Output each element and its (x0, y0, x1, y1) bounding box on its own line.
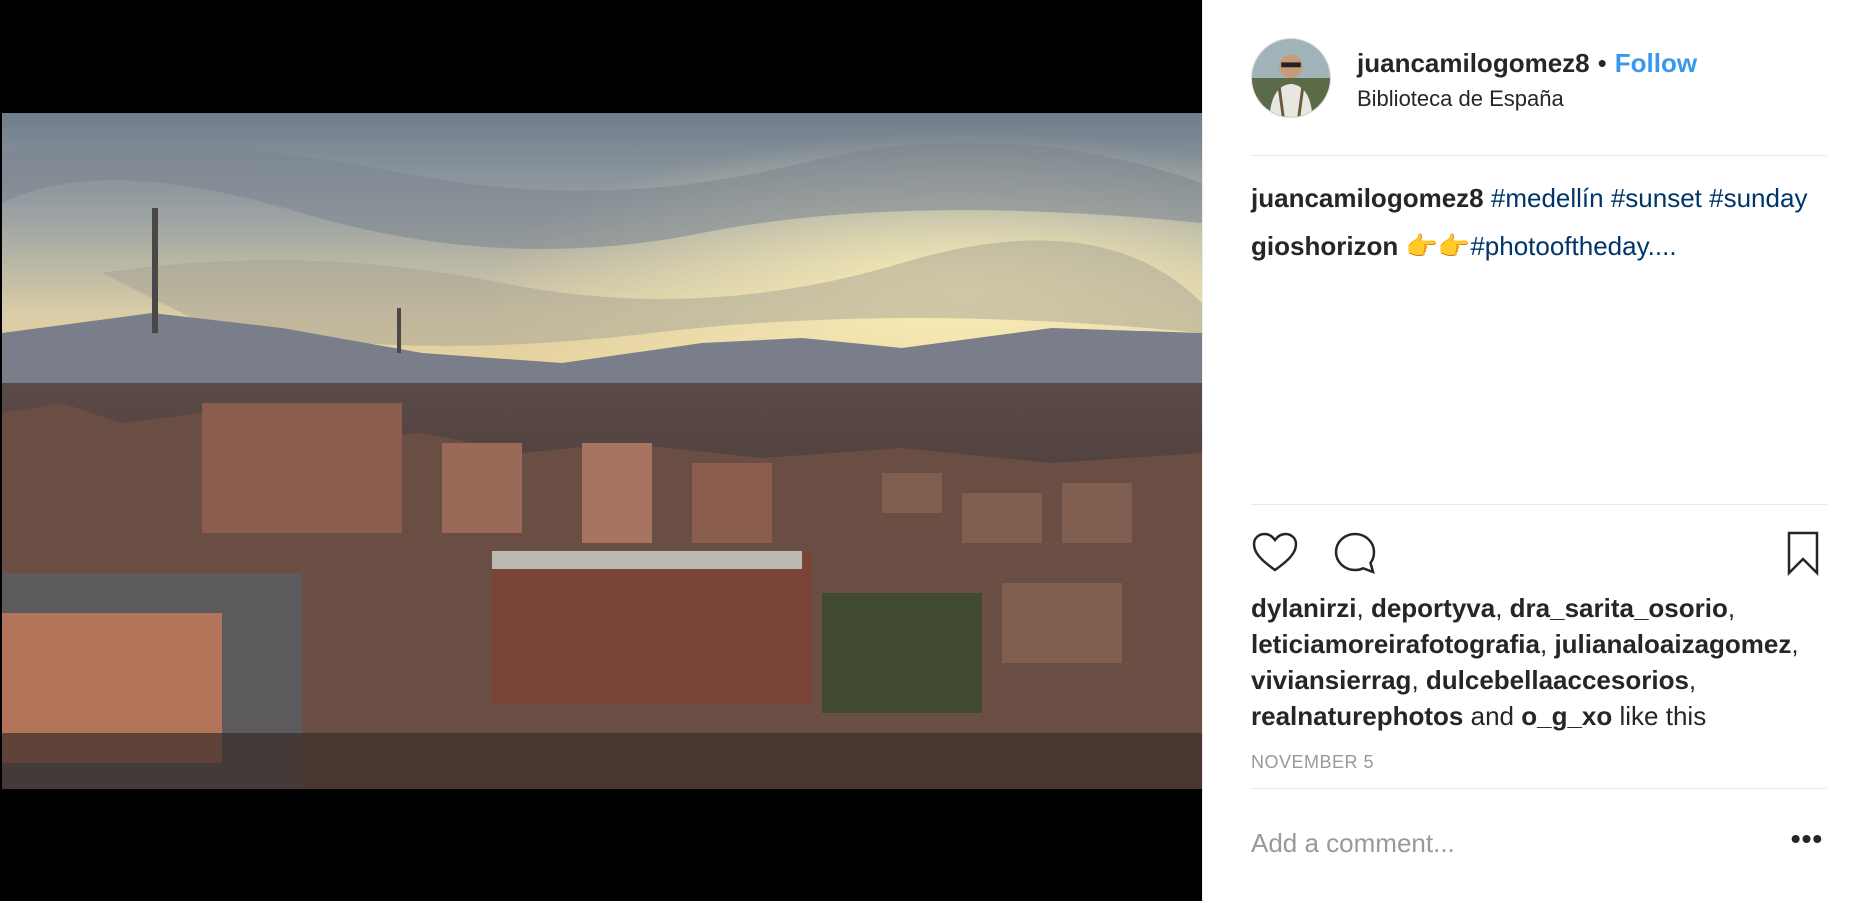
media-viewer (0, 0, 1202, 901)
caption-username[interactable]: juancamilogomez8 (1251, 183, 1484, 213)
profile-photo (1252, 39, 1330, 117)
more-options-icon[interactable]: ••• (1787, 825, 1827, 859)
follow-button[interactable]: Follow (1615, 48, 1697, 78)
liker-link[interactable]: julianaloaizagomez (1554, 629, 1791, 659)
post-photo[interactable] (2, 113, 1202, 789)
likes-suffix: like this (1619, 701, 1707, 731)
liker-link[interactable]: viviansierrag (1251, 665, 1411, 695)
hashtag-medellin[interactable]: #medellín (1491, 183, 1604, 213)
pointing-hand-emoji: 👉👉 (1405, 231, 1471, 261)
comment-username[interactable]: gioshorizon (1251, 231, 1398, 261)
caption: juancamilogomez8 #medellín #sunset #sund… (1251, 180, 1827, 216)
save-button[interactable] (1779, 529, 1827, 577)
separator-dot: • (1597, 48, 1607, 78)
comments-section: juancamilogomez8 #medellín #sunset #sund… (1251, 180, 1827, 264)
action-bar (1251, 504, 1827, 600)
comment-icon (1334, 532, 1376, 575)
city-sunset-image (2, 113, 1202, 789)
likes-summary: dylanirzi, deportyva, dra_sarita_osorio,… (1251, 593, 1799, 731)
comment-input[interactable] (1251, 821, 1771, 865)
liker-link[interactable]: leticiamoreirafotografia (1251, 629, 1540, 659)
like-button[interactable] (1251, 529, 1299, 577)
avatar[interactable] (1251, 38, 1331, 118)
post-date[interactable]: NOVEMBER 5 (1251, 752, 1374, 773)
liker-link[interactable]: o_g_xo (1521, 701, 1612, 731)
hashtag-sunday[interactable]: #sunday (1709, 183, 1807, 213)
comment-item: gioshorizon 👉👉#photooftheday.... (1251, 228, 1827, 264)
bookmark-icon (1787, 531, 1819, 577)
post-header: juancamilogomez8 • Follow Biblioteca de Es… (1251, 38, 1827, 156)
hashtag-photooftheday[interactable]: #photooftheday.... (1470, 231, 1676, 261)
username-link[interactable]: juancamilogomez8 (1357, 48, 1590, 78)
likes-and-word: and (1470, 701, 1514, 731)
comment-button[interactable] (1331, 529, 1379, 577)
heart-icon (1252, 532, 1298, 572)
header-user-line: juancamilogomez8 • Follow (1357, 48, 1697, 79)
hashtag-sunset[interactable]: #sunset (1611, 183, 1702, 213)
location-link[interactable]: Biblioteca de España (1357, 86, 1564, 112)
liker-link[interactable]: dra_sarita_osorio (1510, 593, 1728, 623)
liker-link[interactable]: dylanirzi (1251, 593, 1356, 623)
post-details-panel: juancamilogomez8 • Follow Biblioteca de Es… (1202, 0, 1874, 901)
comment-form: ••• (1251, 788, 1827, 901)
liker-link[interactable]: realnaturephotos (1251, 701, 1463, 731)
liker-link[interactable]: dulcebellaaccesorios (1426, 665, 1689, 695)
liker-link[interactable]: deportyva (1371, 593, 1495, 623)
